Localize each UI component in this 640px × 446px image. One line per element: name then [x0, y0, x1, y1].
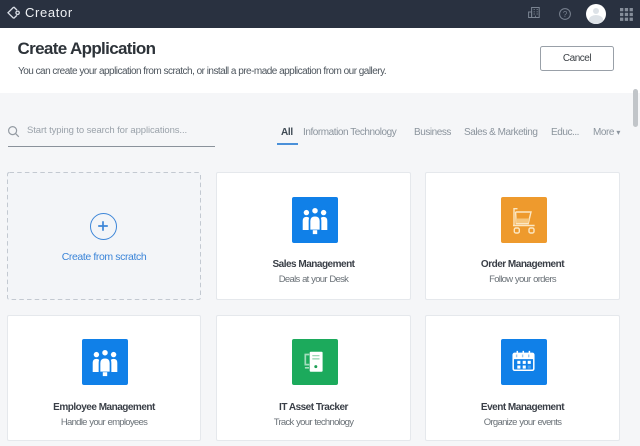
svg-text:?: ? [563, 10, 568, 19]
